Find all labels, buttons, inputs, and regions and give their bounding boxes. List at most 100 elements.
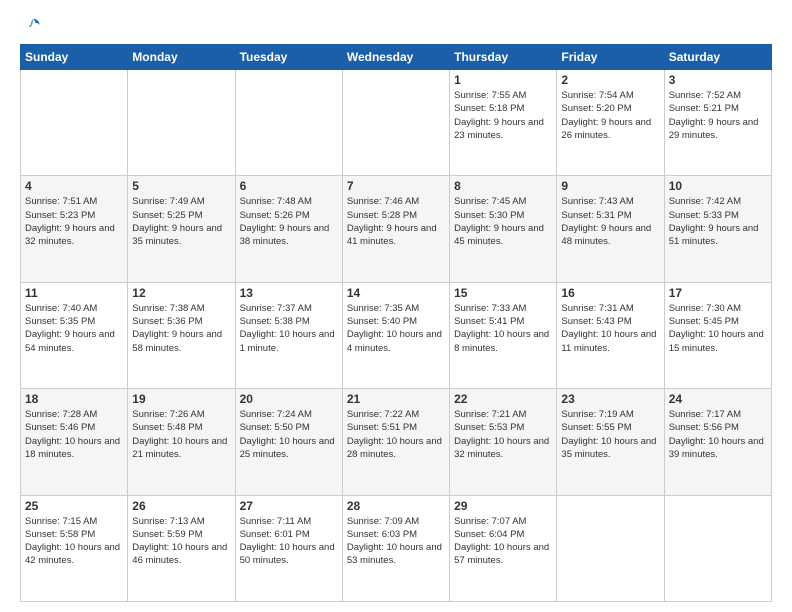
day-number: 3 [669, 73, 767, 87]
day-number: 20 [240, 392, 338, 406]
calendar-cell: 13 Sunrise: 7:37 AM Sunset: 5:38 PM Dayli… [235, 282, 342, 388]
day-info: Sunrise: 7:46 AM Sunset: 5:28 PM Dayligh… [347, 195, 445, 248]
calendar-week-row: 25 Sunrise: 7:15 AM Sunset: 5:58 PM Dayli… [21, 495, 772, 601]
calendar-cell: 21 Sunrise: 7:22 AM Sunset: 5:51 PM Dayli… [342, 389, 449, 495]
day-number: 4 [25, 179, 123, 193]
day-info: Sunrise: 7:38 AM Sunset: 5:36 PM Dayligh… [132, 302, 230, 355]
calendar-cell: 29 Sunrise: 7:07 AM Sunset: 6:04 PM Dayli… [450, 495, 557, 601]
calendar-cell: 23Sunrise: 7:19 AM Sunset: 5:55 PM Dayli… [557, 389, 664, 495]
calendar-cell [21, 70, 128, 176]
calendar-cell [342, 70, 449, 176]
day-number: 2 [561, 73, 659, 87]
day-number: 9 [561, 179, 659, 193]
calendar-cell: 6 Sunrise: 7:48 AM Sunset: 5:26 PM Daylig… [235, 176, 342, 282]
day-number: 21 [347, 392, 445, 406]
calendar-header-row: SundayMondayTuesdayWednesdayThursdayFrid… [21, 45, 772, 70]
day-number: 28 [347, 499, 445, 513]
calendar-cell: 3 Sunrise: 7:52 AM Sunset: 5:21 PM Daylig… [664, 70, 771, 176]
calendar-cell: 4Sunrise: 7:51 AM Sunset: 5:23 PM Daylig… [21, 176, 128, 282]
day-info: Sunrise: 7:35 AM Sunset: 5:40 PM Dayligh… [347, 302, 445, 355]
day-info: Sunrise: 7:40 AM Sunset: 5:35 PM Dayligh… [25, 302, 123, 355]
weekday-header: Wednesday [342, 45, 449, 70]
day-number: 1 [454, 73, 552, 87]
calendar-cell: 5 Sunrise: 7:49 AM Sunset: 5:25 PM Daylig… [128, 176, 235, 282]
day-number: 5 [132, 179, 230, 193]
day-number: 18 [25, 392, 123, 406]
calendar-cell: 12 Sunrise: 7:38 AM Sunset: 5:36 PM Dayli… [128, 282, 235, 388]
logo-bird-icon [24, 16, 42, 34]
calendar-cell: 24 Sunrise: 7:17 AM Sunset: 5:56 PM Dayli… [664, 389, 771, 495]
day-number: 26 [132, 499, 230, 513]
day-info: Sunrise: 7:07 AM Sunset: 6:04 PM Dayligh… [454, 515, 552, 568]
calendar-week-row: 11Sunrise: 7:40 AM Sunset: 5:35 PM Dayli… [21, 282, 772, 388]
day-info: Sunrise: 7:30 AM Sunset: 5:45 PM Dayligh… [669, 302, 767, 355]
day-number: 24 [669, 392, 767, 406]
day-number: 14 [347, 286, 445, 300]
calendar-cell: 17Sunrise: 7:30 AM Sunset: 5:45 PM Dayli… [664, 282, 771, 388]
weekday-header: Tuesday [235, 45, 342, 70]
calendar-cell: 26 Sunrise: 7:13 AM Sunset: 5:59 PM Dayli… [128, 495, 235, 601]
day-info: Sunrise: 7:48 AM Sunset: 5:26 PM Dayligh… [240, 195, 338, 248]
day-info: Sunrise: 7:45 AM Sunset: 5:30 PM Dayligh… [454, 195, 552, 248]
calendar-cell: 19 Sunrise: 7:26 AM Sunset: 5:48 PM Dayli… [128, 389, 235, 495]
day-number: 6 [240, 179, 338, 193]
calendar-cell: 2 Sunrise: 7:54 AM Sunset: 5:20 PM Daylig… [557, 70, 664, 176]
day-info: Sunrise: 7:21 AM Sunset: 5:53 PM Dayligh… [454, 408, 552, 461]
weekday-header: Monday [128, 45, 235, 70]
day-info: Sunrise: 7:52 AM Sunset: 5:21 PM Dayligh… [669, 89, 767, 142]
calendar-week-row: 1Sunrise: 7:55 AM Sunset: 5:18 PM Daylig… [21, 70, 772, 176]
weekday-header: Thursday [450, 45, 557, 70]
calendar-cell: 10 Sunrise: 7:42 AM Sunset: 5:33 PM Dayli… [664, 176, 771, 282]
calendar-cell: 1Sunrise: 7:55 AM Sunset: 5:18 PM Daylig… [450, 70, 557, 176]
day-number: 25 [25, 499, 123, 513]
calendar-cell: 14 Sunrise: 7:35 AM Sunset: 5:40 PM Dayli… [342, 282, 449, 388]
calendar-table: SundayMondayTuesdayWednesdayThursdayFrid… [20, 44, 772, 602]
day-number: 12 [132, 286, 230, 300]
day-number: 16 [561, 286, 659, 300]
day-info: Sunrise: 7:42 AM Sunset: 5:33 PM Dayligh… [669, 195, 767, 248]
calendar-cell [128, 70, 235, 176]
calendar-cell: 15 Sunrise: 7:33 AM Sunset: 5:41 PM Dayli… [450, 282, 557, 388]
day-number: 15 [454, 286, 552, 300]
weekday-header: Sunday [21, 45, 128, 70]
calendar-cell: 11Sunrise: 7:40 AM Sunset: 5:35 PM Dayli… [21, 282, 128, 388]
day-number: 8 [454, 179, 552, 193]
calendar-cell: 25 Sunrise: 7:15 AM Sunset: 5:58 PM Dayli… [21, 495, 128, 601]
calendar-cell: 20Sunrise: 7:24 AM Sunset: 5:50 PM Dayli… [235, 389, 342, 495]
calendar-cell: 28 Sunrise: 7:09 AM Sunset: 6:03 PM Dayli… [342, 495, 449, 601]
calendar-week-row: 18 Sunrise: 7:28 AM Sunset: 5:46 PM Dayli… [21, 389, 772, 495]
day-info: Sunrise: 7:33 AM Sunset: 5:41 PM Dayligh… [454, 302, 552, 355]
day-info: Sunrise: 7:31 AM Sunset: 5:43 PM Dayligh… [561, 302, 659, 355]
calendar-cell: 18 Sunrise: 7:28 AM Sunset: 5:46 PM Dayli… [21, 389, 128, 495]
day-info: Sunrise: 7:54 AM Sunset: 5:20 PM Dayligh… [561, 89, 659, 142]
day-info: Sunrise: 7:09 AM Sunset: 6:03 PM Dayligh… [347, 515, 445, 568]
calendar-cell: 22Sunrise: 7:21 AM Sunset: 5:53 PM Dayli… [450, 389, 557, 495]
day-info: Sunrise: 7:49 AM Sunset: 5:25 PM Dayligh… [132, 195, 230, 248]
calendar-cell [557, 495, 664, 601]
day-info: Sunrise: 7:37 AM Sunset: 5:38 PM Dayligh… [240, 302, 338, 355]
day-info: Sunrise: 7:15 AM Sunset: 5:58 PM Dayligh… [25, 515, 123, 568]
day-info: Sunrise: 7:19 AM Sunset: 5:55 PM Dayligh… [561, 408, 659, 461]
calendar-cell: 8 Sunrise: 7:45 AM Sunset: 5:30 PM Daylig… [450, 176, 557, 282]
day-number: 19 [132, 392, 230, 406]
day-info: Sunrise: 7:13 AM Sunset: 5:59 PM Dayligh… [132, 515, 230, 568]
weekday-header: Friday [557, 45, 664, 70]
page: SundayMondayTuesdayWednesdayThursdayFrid… [0, 0, 792, 612]
day-info: Sunrise: 7:22 AM Sunset: 5:51 PM Dayligh… [347, 408, 445, 461]
calendar-cell: 16 Sunrise: 7:31 AM Sunset: 5:43 PM Dayli… [557, 282, 664, 388]
day-number: 10 [669, 179, 767, 193]
day-info: Sunrise: 7:26 AM Sunset: 5:48 PM Dayligh… [132, 408, 230, 461]
day-info: Sunrise: 7:28 AM Sunset: 5:46 PM Dayligh… [25, 408, 123, 461]
calendar-cell: 9 Sunrise: 7:43 AM Sunset: 5:31 PM Daylig… [557, 176, 664, 282]
calendar-cell [235, 70, 342, 176]
calendar-cell: 7Sunrise: 7:46 AM Sunset: 5:28 PM Daylig… [342, 176, 449, 282]
calendar-cell: 27Sunrise: 7:11 AM Sunset: 6:01 PM Dayli… [235, 495, 342, 601]
calendar-week-row: 4Sunrise: 7:51 AM Sunset: 5:23 PM Daylig… [21, 176, 772, 282]
day-info: Sunrise: 7:17 AM Sunset: 5:56 PM Dayligh… [669, 408, 767, 461]
day-number: 29 [454, 499, 552, 513]
day-number: 13 [240, 286, 338, 300]
calendar-cell [664, 495, 771, 601]
day-number: 27 [240, 499, 338, 513]
weekday-header: Saturday [664, 45, 771, 70]
day-info: Sunrise: 7:43 AM Sunset: 5:31 PM Dayligh… [561, 195, 659, 248]
